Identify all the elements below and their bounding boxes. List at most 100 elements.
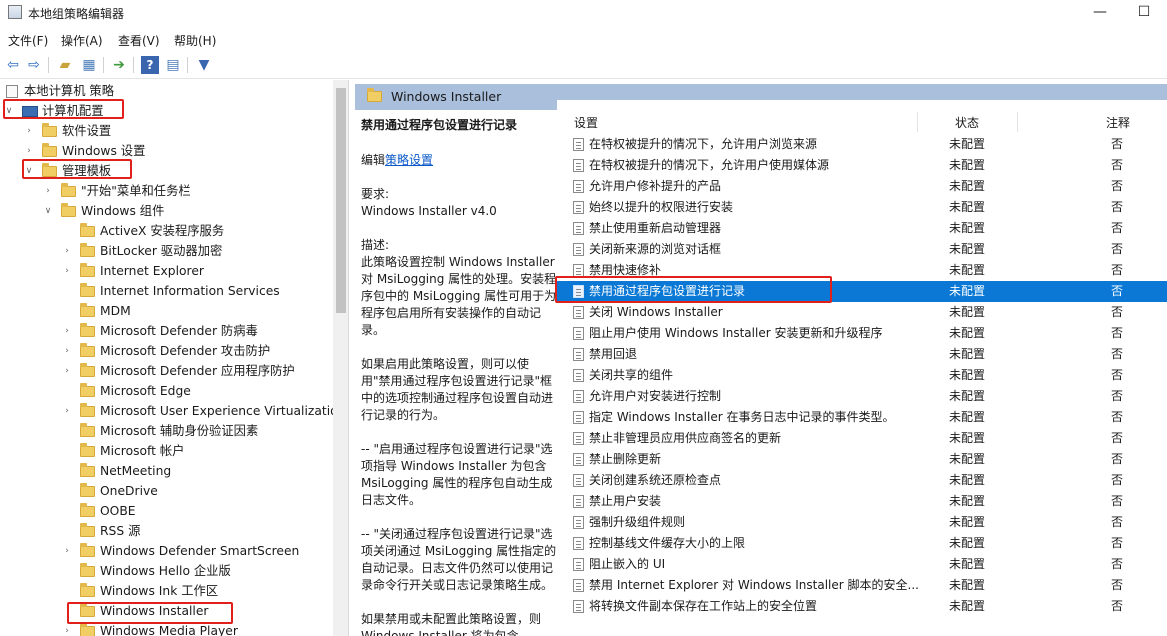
description-paragraph: 如果启用此策略设置，则可以使用"禁用通过程序包设置进行记录"框中的选项控制通过程… — [361, 357, 554, 422]
chevron-right-icon[interactable]: › — [62, 541, 72, 561]
menu-file[interactable]: 文件(F) — [8, 32, 48, 49]
tree-item[interactable]: › Internet Explorer — [0, 261, 333, 281]
forward-icon[interactable]: ⇨ — [25, 56, 43, 74]
menu-action[interactable]: 操作(A) — [61, 32, 103, 49]
requirements-label: 要求: — [361, 187, 390, 201]
policy-setting-icon — [573, 327, 584, 340]
table-row[interactable]: 关闭共享的组件 未配置 否 — [557, 365, 1167, 386]
policy-setting-icon — [573, 453, 584, 466]
row-note: 否 — [1111, 200, 1124, 214]
edit-policy-link[interactable]: 策略设置 — [385, 153, 433, 167]
tree-item[interactable]: Windows Ink 工作区 — [0, 581, 333, 601]
table-row[interactable]: 将转换文件副本保存在工作站上的安全位置 未配置 否 — [557, 596, 1167, 617]
up-folder-icon[interactable]: ▰ — [56, 56, 74, 74]
description-title: 禁用通过程序包设置进行记录 — [361, 118, 518, 132]
menu-help[interactable]: 帮助(H) — [174, 32, 216, 49]
description-paragraph: 此策略设置控制 Windows Installer 对 MsiLogging 属… — [361, 255, 557, 337]
help-icon[interactable]: ? — [141, 56, 159, 74]
minimize-button[interactable]: — — [1085, 2, 1115, 22]
chevron-right-icon[interactable]: › — [62, 341, 72, 361]
tree-item[interactable]: RSS 源 — [0, 521, 333, 541]
show-hide-tree-icon[interactable]: ▦ — [80, 56, 98, 74]
table-row[interactable]: 禁用回退 未配置 否 — [557, 344, 1167, 365]
table-row[interactable]: 关闭 Windows Installer 未配置 否 — [557, 302, 1167, 323]
tree-windows-components[interactable]: ∨ Windows 组件 — [0, 201, 330, 221]
table-row[interactable]: 禁止用户安装 未配置 否 — [557, 491, 1167, 512]
table-row[interactable]: 关闭创建系统还原检查点 未配置 否 — [557, 470, 1167, 491]
tree-item-label: Microsoft 帐户 — [100, 444, 185, 458]
menu-view[interactable]: 查看(V) — [118, 32, 160, 49]
tree-item[interactable]: Windows Hello 企业版 — [0, 561, 333, 581]
table-row[interactable]: 控制基线文件缓存大小的上限 未配置 否 — [557, 533, 1167, 554]
export-list-icon[interactable]: ➔ — [110, 56, 128, 74]
folder-icon — [80, 423, 95, 437]
column-header-state[interactable]: 状态 — [955, 114, 979, 131]
chevron-right-icon[interactable]: › — [43, 181, 53, 201]
column-header-setting[interactable]: 设置 — [574, 114, 598, 131]
chevron-right-icon[interactable]: › — [62, 401, 72, 421]
tree-item[interactable]: OOBE — [0, 501, 333, 521]
chevron-right-icon[interactable]: › — [62, 261, 72, 281]
tree-item[interactable]: › Microsoft User Experience Virtualizatio… — [0, 401, 345, 421]
table-row[interactable]: 始终以提升的权限进行安装 未配置 否 — [557, 197, 1167, 218]
row-state: 未配置 — [949, 599, 986, 613]
chevron-right-icon[interactable]: › — [24, 141, 34, 161]
table-row[interactable]: 禁止使用重新启动管理器 未配置 否 — [557, 218, 1167, 239]
folder-icon — [80, 383, 95, 397]
tree-windows-settings[interactable]: › Windows 设置 — [0, 141, 330, 161]
maximize-button[interactable]: ☐ — [1129, 2, 1159, 22]
table-row[interactable]: 在特权被提升的情况下，允许用户使用媒体源 未配置 否 — [557, 155, 1167, 176]
chevron-right-icon[interactable]: › — [24, 121, 34, 141]
chevron-right-icon[interactable]: › — [62, 321, 72, 341]
tree-item[interactable]: OneDrive — [0, 481, 333, 501]
folder-icon — [80, 583, 95, 597]
tree-start-menu[interactable]: › "开始"菜单和任务栏 — [0, 181, 330, 201]
column-header-note[interactable]: 注释 — [1106, 114, 1130, 131]
table-row[interactable]: 禁止非管理员应用供应商签名的更新 未配置 否 — [557, 428, 1167, 449]
tree-item[interactable]: › Microsoft Defender 攻击防护 — [0, 341, 333, 361]
tree-scrollbar-thumb[interactable] — [336, 88, 346, 313]
row-name: 指定 Windows Installer 在事务日志中记录的事件类型。 — [589, 410, 895, 424]
table-row[interactable]: 禁止删除更新 未配置 否 — [557, 449, 1167, 470]
tree-scrollbar[interactable] — [333, 80, 348, 636]
table-row[interactable]: 阻止用户使用 Windows Installer 安装更新和升级程序 未配置 否 — [557, 323, 1167, 344]
table-row[interactable]: 在特权被提升的情况下，允许用户浏览来源 未配置 否 — [557, 134, 1167, 155]
row-state: 未配置 — [949, 494, 986, 508]
chevron-right-icon[interactable]: › — [62, 241, 72, 261]
table-row[interactable]: 指定 Windows Installer 在事务日志中记录的事件类型。 未配置 否 — [557, 407, 1167, 428]
table-row[interactable]: 强制升级组件规则 未配置 否 — [557, 512, 1167, 533]
tree-item-label: RSS 源 — [100, 524, 141, 538]
tree-item[interactable]: NetMeeting — [0, 461, 333, 481]
tree-item[interactable]: Microsoft 帐户 — [0, 441, 333, 461]
table-row[interactable]: 允许用户对安装进行控制 未配置 否 — [557, 386, 1167, 407]
tree-item[interactable]: › BitLocker 驱动器加密 — [0, 241, 333, 261]
row-name: 允许用户修补提升的产品 — [589, 179, 722, 193]
tree-item[interactable]: ActiveX 安装程序服务 — [0, 221, 333, 241]
tree-root[interactable]: 本地计算机 策略 — [0, 81, 330, 101]
chevron-right-icon[interactable]: › — [62, 361, 72, 381]
tree-item[interactable]: MDM — [0, 301, 333, 321]
back-icon[interactable]: ⇦ — [4, 56, 22, 74]
row-state: 未配置 — [949, 179, 986, 193]
properties-icon[interactable]: ▤ — [164, 56, 182, 74]
tree-software-settings[interactable]: › 软件设置 — [0, 121, 330, 141]
folder-icon — [80, 303, 95, 317]
tree-item[interactable]: Microsoft Edge — [0, 381, 333, 401]
filter-icon[interactable]: ▼ — [195, 56, 213, 74]
column-divider[interactable] — [917, 112, 918, 132]
tree-item[interactable]: Microsoft 辅助身份验证因素 — [0, 421, 333, 441]
row-name: 阻止用户使用 Windows Installer 安装更新和升级程序 — [589, 326, 883, 340]
row-state: 未配置 — [949, 263, 986, 277]
table-row[interactable]: 允许用户修补提升的产品 未配置 否 — [557, 176, 1167, 197]
row-note: 否 — [1111, 242, 1124, 256]
tree-item[interactable]: › Windows Defender SmartScreen — [0, 541, 333, 561]
row-state: 未配置 — [949, 221, 986, 235]
table-row[interactable]: 关闭新来源的浏览对话框 未配置 否 — [557, 239, 1167, 260]
table-row[interactable]: 阻止嵌入的 UI 未配置 否 — [557, 554, 1167, 575]
tree-item[interactable]: › Microsoft Defender 防病毒 — [0, 321, 333, 341]
tree-item[interactable]: Internet Information Services — [0, 281, 333, 301]
chevron-down-icon[interactable]: ∨ — [43, 201, 53, 221]
table-row[interactable]: 禁用 Internet Explorer 对 Windows Installer… — [557, 575, 1167, 596]
tree-item[interactable]: › Microsoft Defender 应用程序防护 — [0, 361, 333, 381]
column-divider[interactable] — [1017, 112, 1018, 132]
